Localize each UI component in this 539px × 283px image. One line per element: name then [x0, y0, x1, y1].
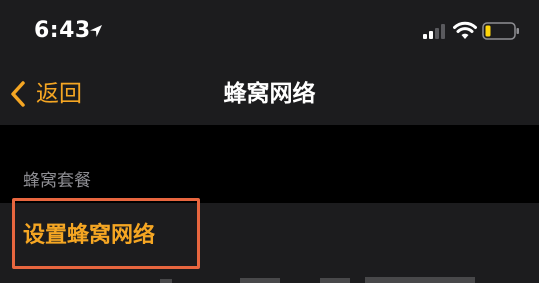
highlight-annotation-box: [12, 198, 200, 269]
location-arrow-icon: [90, 25, 102, 37]
back-button[interactable]: 返回: [10, 76, 82, 112]
cellular-signal-icon: [423, 24, 445, 39]
section-header-cellular-plans: 蜂窝套餐: [23, 171, 91, 191]
status-bar-time: 6:43: [34, 18, 91, 43]
footer-text-cutoff: [160, 277, 475, 283]
chevron-left-icon: [11, 81, 25, 107]
back-button-label: 返回: [36, 81, 82, 107]
wifi-icon: [453, 21, 477, 39]
battery-low-icon: [482, 22, 519, 40]
